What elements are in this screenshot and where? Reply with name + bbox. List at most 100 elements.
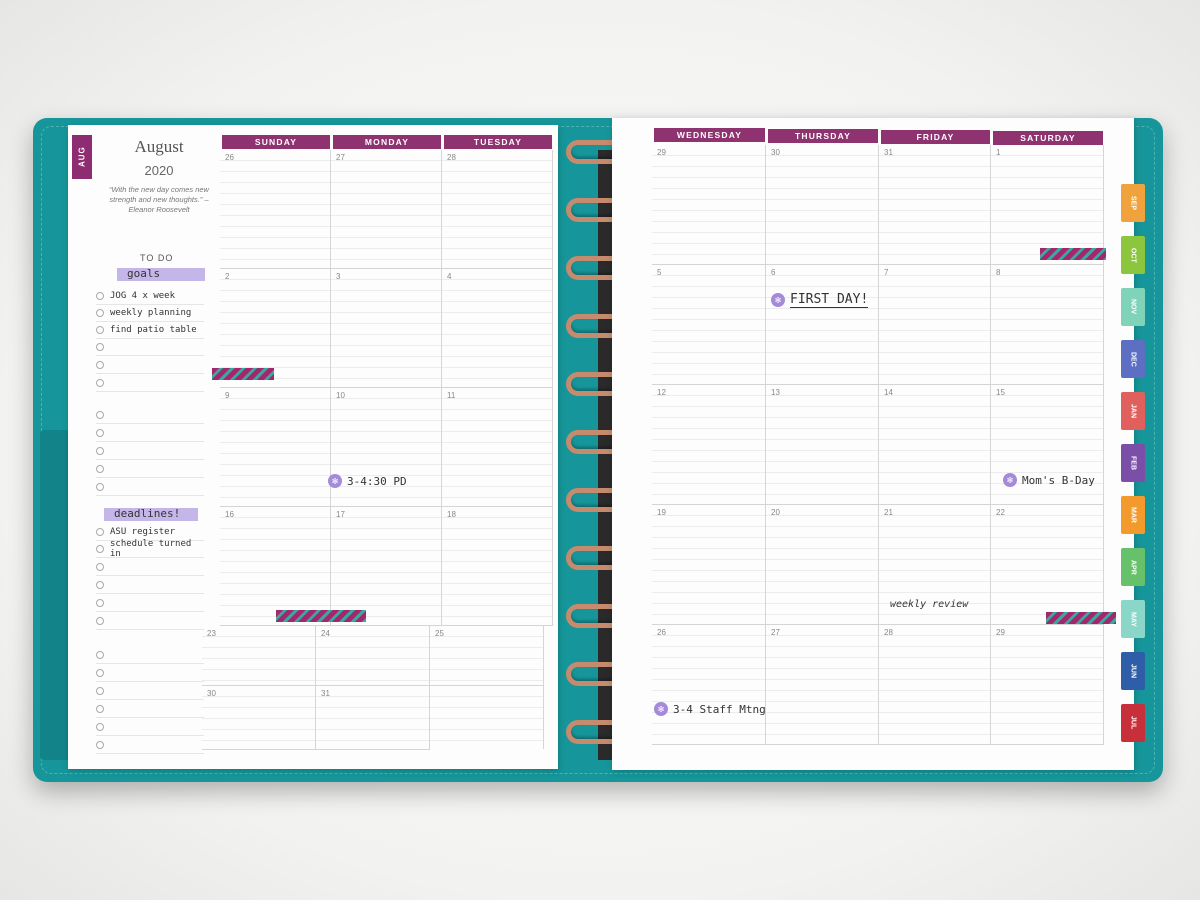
day-cell[interactable]: 3 — [331, 269, 442, 388]
todo-item[interactable]: JOG 4 x week — [96, 288, 204, 305]
checkbox-icon[interactable] — [96, 528, 104, 536]
goals-list: JOG 4 x week weekly planning find patio … — [96, 288, 204, 339]
day-cell[interactable]: 10 — [331, 388, 442, 507]
deadlines-list: ASU register schedule turned in — [96, 524, 204, 559]
day-cell[interactable]: 26 — [652, 625, 766, 745]
checkbox-icon[interactable] — [96, 326, 104, 334]
blank-todo-lines — [96, 646, 204, 754]
date-number: 1 — [996, 148, 1001, 157]
day-cell[interactable]: 18 — [442, 507, 553, 626]
day-cell[interactable]: 23 — [202, 626, 316, 686]
day-cell[interactable]: 31 — [316, 686, 430, 750]
day-cell[interactable]: 22 — [991, 505, 1104, 625]
date-number: 21 — [884, 508, 893, 517]
date-number: 4 — [447, 272, 452, 281]
day-cell[interactable]: 30 — [766, 145, 879, 265]
month-tab-aug[interactable]: AUG — [72, 135, 92, 179]
month-tab-apr[interactable]: APR — [1121, 548, 1145, 586]
month-tab-dec[interactable]: DEC — [1121, 340, 1145, 378]
checkbox-icon[interactable] — [96, 309, 104, 317]
event-first-day[interactable]: ✻ FIRST DAY! — [771, 292, 869, 308]
day-cell[interactable]: 7 — [879, 265, 991, 385]
washi-tape — [276, 610, 366, 622]
day-cell[interactable]: 29 — [652, 145, 766, 265]
blank-todo-lines — [96, 338, 204, 392]
day-cell[interactable]: 4 — [442, 269, 553, 388]
checkbox-icon[interactable] — [96, 292, 104, 300]
day-cell[interactable]: 25 — [430, 626, 544, 686]
event-weekly-review[interactable]: weekly review — [890, 599, 968, 610]
day-cell[interactable]: 6 — [766, 265, 879, 385]
deadlines-highlight: deadlines! — [104, 507, 198, 521]
day-cell[interactable]: 19 — [652, 505, 766, 625]
date-number: 31 — [884, 148, 893, 157]
day-cell[interactable]: 8 — [991, 265, 1104, 385]
day-cell[interactable]: 17 — [331, 507, 442, 626]
date-number: 23 — [207, 629, 216, 638]
date-number: 29 — [657, 148, 666, 157]
day-cell[interactable]: 14 — [879, 385, 991, 505]
date-number: 26 — [657, 628, 666, 637]
day-cell[interactable]: 1 — [991, 145, 1104, 265]
date-number: 8 — [996, 268, 1001, 277]
day-header-monday: MONDAY — [333, 135, 441, 149]
day-cell[interactable]: 13 — [766, 385, 879, 505]
quote: “With the new day comes new strength and… — [109, 185, 209, 214]
event-moms-bday[interactable]: ✻ Mom's B-Day — [1003, 473, 1095, 487]
month-tab-jun[interactable]: JUN — [1121, 652, 1145, 690]
month-tab-feb[interactable]: FEB — [1121, 444, 1145, 482]
day-header-friday: FRIDAY — [881, 130, 990, 144]
day-cell[interactable]: 20 — [766, 505, 879, 625]
day-cell[interactable]: 15 — [991, 385, 1104, 505]
day-header-saturday: SATURDAY — [993, 131, 1103, 145]
day-cell[interactable]: 27 — [331, 150, 442, 269]
event-pd[interactable]: ✻ 3-4:30 PD — [328, 474, 407, 488]
blank-todo-lines — [96, 558, 204, 630]
todo-heading: TO DO — [140, 253, 174, 263]
event-staff-meeting[interactable]: ✻ 3-4 Staff Mtng — [654, 702, 766, 716]
checkbox-icon[interactable] — [96, 545, 104, 553]
month-tab-may[interactable]: MAY — [1121, 600, 1145, 638]
month-tab-jul[interactable]: JUL — [1121, 704, 1145, 742]
month-tab-jan[interactable]: JAN — [1121, 392, 1145, 430]
washi-tape — [1040, 248, 1106, 260]
washi-tape — [1046, 612, 1116, 624]
blank-todo-lines — [96, 406, 204, 496]
month-tab-nov[interactable]: NOV — [1121, 288, 1145, 326]
date-number: 28 — [884, 628, 893, 637]
day-cell[interactable]: 16 — [220, 507, 331, 626]
date-number: 19 — [657, 508, 666, 517]
todo-item[interactable]: weekly planning — [96, 305, 204, 322]
day-header-wednesday: WEDNESDAY — [654, 128, 765, 142]
day-cell[interactable]: 29 — [991, 625, 1104, 745]
date-number: 24 — [321, 629, 330, 638]
event-text: FIRST DAY! — [790, 292, 869, 308]
day-cell[interactable]: 27 — [766, 625, 879, 745]
day-cell[interactable]: 5 — [652, 265, 766, 385]
day-cell[interactable]: 28 — [879, 625, 991, 745]
date-number: 15 — [996, 388, 1005, 397]
day-cell[interactable]: 24 — [316, 626, 430, 686]
day-cell[interactable] — [430, 686, 544, 749]
month-tab-sep[interactable]: SEP — [1121, 184, 1145, 222]
day-cell[interactable]: 28 — [442, 150, 553, 269]
day-cell[interactable]: 11 — [442, 388, 553, 507]
day-cell[interactable]: 31 — [879, 145, 991, 265]
todo-item[interactable]: schedule turned in — [96, 539, 204, 559]
date-number: 10 — [336, 391, 345, 400]
month-tab-mar[interactable]: MAR — [1121, 496, 1145, 534]
date-number: 12 — [657, 388, 666, 397]
date-number: 27 — [771, 628, 780, 637]
date-number: 26 — [225, 153, 234, 162]
date-number: 28 — [447, 153, 456, 162]
day-cell[interactable]: 12 — [652, 385, 766, 505]
day-cell[interactable]: 26 — [220, 150, 331, 269]
month-tab-oct[interactable]: OCT — [1121, 236, 1145, 274]
day-cell[interactable]: 30 — [202, 686, 316, 750]
event-text: 3-4:30 PD — [347, 474, 407, 488]
date-number: 11 — [447, 391, 456, 400]
todo-item[interactable]: find patio table — [96, 322, 204, 339]
day-cell[interactable]: 9 — [220, 388, 331, 507]
date-number: 25 — [435, 629, 444, 638]
goals-highlight: goals — [117, 267, 205, 281]
